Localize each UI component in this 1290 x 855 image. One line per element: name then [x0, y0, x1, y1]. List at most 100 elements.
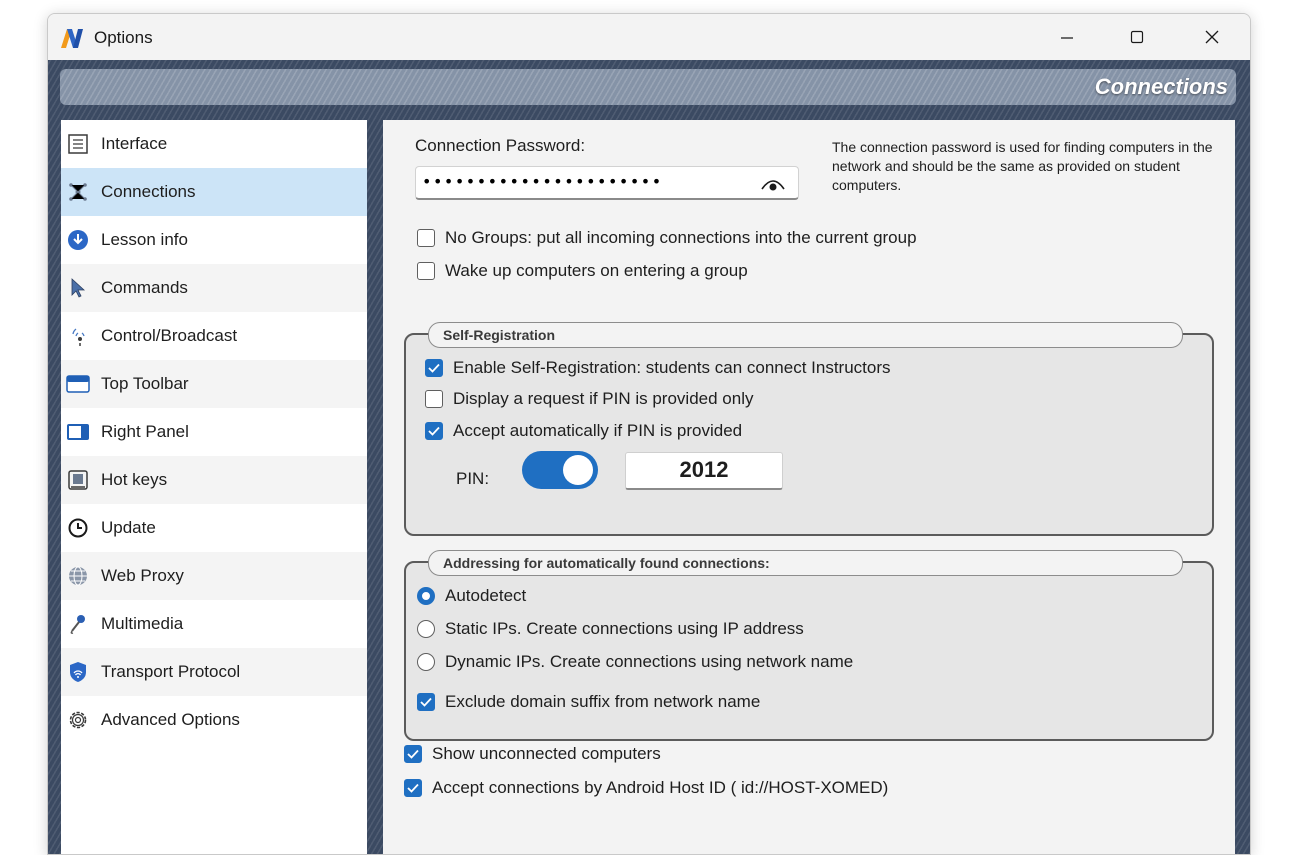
checkbox-label: Accept connections by Android Host ID ( … — [432, 778, 889, 797]
cursor-icon — [66, 276, 90, 300]
accept-automatically-checkbox[interactable]: Accept automatically if PIN is provided — [425, 421, 742, 441]
interface-icon — [66, 132, 90, 156]
checkmark-icon — [407, 749, 419, 759]
shield-icon — [66, 660, 90, 684]
sidebar-item-label: Control/Broadcast — [101, 326, 238, 345]
sidebar-item-label: Connections — [101, 182, 196, 201]
minimize-button[interactable] — [1044, 20, 1090, 54]
checkbox-label: Enable Self-Registration: students can c… — [453, 358, 891, 377]
show-unconnected-checkbox[interactable]: Show unconnected computers — [404, 744, 661, 764]
checkbox-label: Display a request if PIN is provided onl… — [453, 389, 754, 408]
options-frame: Connections Interface Connections Lesson… — [48, 60, 1250, 854]
sidebar-item-label: Hot keys — [101, 470, 168, 489]
network-icon — [66, 180, 90, 204]
enable-self-registration-checkbox[interactable]: Enable Self-Registration: students can c… — [425, 358, 891, 378]
display-request-checkbox[interactable]: Display a request if PIN is provided onl… — [425, 389, 753, 409]
checkmark-icon — [428, 363, 440, 373]
sidebar-item-control-broadcast[interactable]: Control/Broadcast — [61, 312, 367, 360]
header-band: Connections — [60, 69, 1236, 105]
no-groups-checkbox[interactable]: No Groups: put all incoming connections … — [417, 228, 917, 248]
checkbox-box — [425, 390, 443, 408]
addressing-group: Addressing for automatically found conne… — [404, 550, 1214, 741]
checkbox-box — [404, 779, 422, 797]
accept-android-checkbox[interactable]: Accept connections by Android Host ID ( … — [404, 778, 888, 798]
checkbox-label: Exclude domain suffix from network name — [445, 692, 761, 711]
close-icon — [1205, 30, 1219, 44]
checkbox-label: Accept automatically if PIN is provided — [453, 421, 743, 440]
checkbox-box — [417, 229, 435, 247]
sidebar-item-web-proxy[interactable]: Web Proxy — [61, 552, 367, 600]
autodetect-radio[interactable]: Autodetect — [417, 586, 526, 606]
toggle-knob — [563, 455, 593, 485]
checkbox-box — [404, 745, 422, 763]
password-label: Connection Password: — [415, 136, 586, 155]
sidebar-item-label: Right Panel — [101, 422, 189, 441]
sidebar-item-interface[interactable]: Interface — [61, 120, 367, 168]
minimize-icon — [1061, 37, 1073, 39]
exclude-domain-suffix-checkbox[interactable]: Exclude domain suffix from network name — [417, 692, 760, 712]
radio-label: Autodetect — [445, 586, 527, 605]
title-bar[interactable]: Options — [48, 14, 1250, 60]
show-password-icon[interactable] — [760, 175, 786, 193]
sidebar-item-lesson-info[interactable]: Lesson info — [61, 216, 367, 264]
connections-panel: Connection Password: •••••••••••••••••••… — [383, 120, 1235, 854]
group-header: Addressing for automatically found conne… — [428, 550, 1183, 576]
wake-up-checkbox[interactable]: Wake up computers on entering a group — [417, 261, 748, 281]
password-help-text: The connection password is used for find… — [832, 139, 1213, 193]
clock-icon — [66, 516, 90, 540]
password-value: •••••••••••••••••••••• — [422, 172, 663, 191]
sidebar-item-advanced-options[interactable]: Advanced Options — [61, 696, 367, 744]
page-title: Connections — [1094, 74, 1228, 99]
self-registration-group: Self-Registration Enable Self-Registrati… — [404, 322, 1214, 536]
checkbox-box — [417, 262, 435, 280]
sidebar-item-top-toolbar[interactable]: Top Toolbar — [61, 360, 367, 408]
broadcast-icon — [66, 324, 90, 348]
password-field[interactable]: •••••••••••••••••••••• — [415, 166, 799, 200]
sidebar: Interface Connections Lesson info Comman… — [61, 120, 367, 854]
maximize-button[interactable] — [1114, 20, 1160, 54]
sidebar-item-label: Top Toolbar — [101, 374, 189, 393]
right-panel-icon — [66, 420, 90, 444]
radio-label: Static IPs. Create connections using IP … — [445, 619, 804, 638]
checkmark-icon — [407, 783, 419, 793]
checkbox-label: No Groups: put all incoming connections … — [445, 228, 917, 247]
microphone-icon — [66, 612, 90, 636]
sidebar-item-commands[interactable]: Commands — [61, 264, 367, 312]
sidebar-item-label: Interface — [101, 134, 168, 153]
sidebar-item-label: Commands — [101, 278, 188, 297]
radio-circle — [417, 653, 435, 671]
options-window: Options Connections Interface Connection… — [47, 13, 1251, 855]
sidebar-item-update[interactable]: Update — [61, 504, 367, 552]
sidebar-item-label: Advanced Options — [101, 710, 240, 729]
app-logo-icon — [61, 29, 83, 48]
checkbox-box — [425, 422, 443, 440]
sidebar-item-right-panel[interactable]: Right Panel — [61, 408, 367, 456]
gear-icon — [66, 708, 90, 732]
download-icon — [66, 228, 90, 252]
maximize-icon — [1130, 30, 1144, 44]
sidebar-item-label: Lesson info — [101, 230, 188, 249]
sidebar-item-connections[interactable]: Connections — [61, 168, 367, 216]
sidebar-item-label: Multimedia — [101, 614, 184, 633]
sidebar-item-multimedia[interactable]: Multimedia — [61, 600, 367, 648]
sidebar-item-hot-keys[interactable]: Hot keys — [61, 456, 367, 504]
group-title: Self-Registration — [443, 327, 556, 343]
sidebar-item-transport-protocol[interactable]: Transport Protocol — [61, 648, 367, 696]
close-button[interactable] — [1189, 20, 1235, 54]
group-header: Self-Registration — [428, 322, 1183, 348]
sidebar-item-label: Transport Protocol — [101, 662, 241, 681]
radio-label: Dynamic IPs. Create connections using ne… — [445, 652, 854, 671]
sidebar-item-label: Update — [101, 518, 156, 537]
checkbox-label: Show unconnected computers — [432, 744, 661, 763]
static-ips-radio[interactable]: Static IPs. Create connections using IP … — [417, 619, 804, 639]
window-title: Options — [94, 28, 153, 47]
globe-icon — [66, 564, 90, 588]
checkmark-icon — [420, 697, 432, 707]
radio-circle — [417, 587, 435, 605]
group-title: Addressing for automatically found conne… — [443, 555, 770, 571]
dynamic-ips-radio[interactable]: Dynamic IPs. Create connections using ne… — [417, 652, 853, 672]
pin-input[interactable]: 2012 — [625, 452, 783, 490]
pin-toggle[interactable] — [522, 451, 598, 489]
top-toolbar-icon — [66, 372, 90, 396]
checkbox-label: Wake up computers on entering a group — [445, 261, 748, 280]
